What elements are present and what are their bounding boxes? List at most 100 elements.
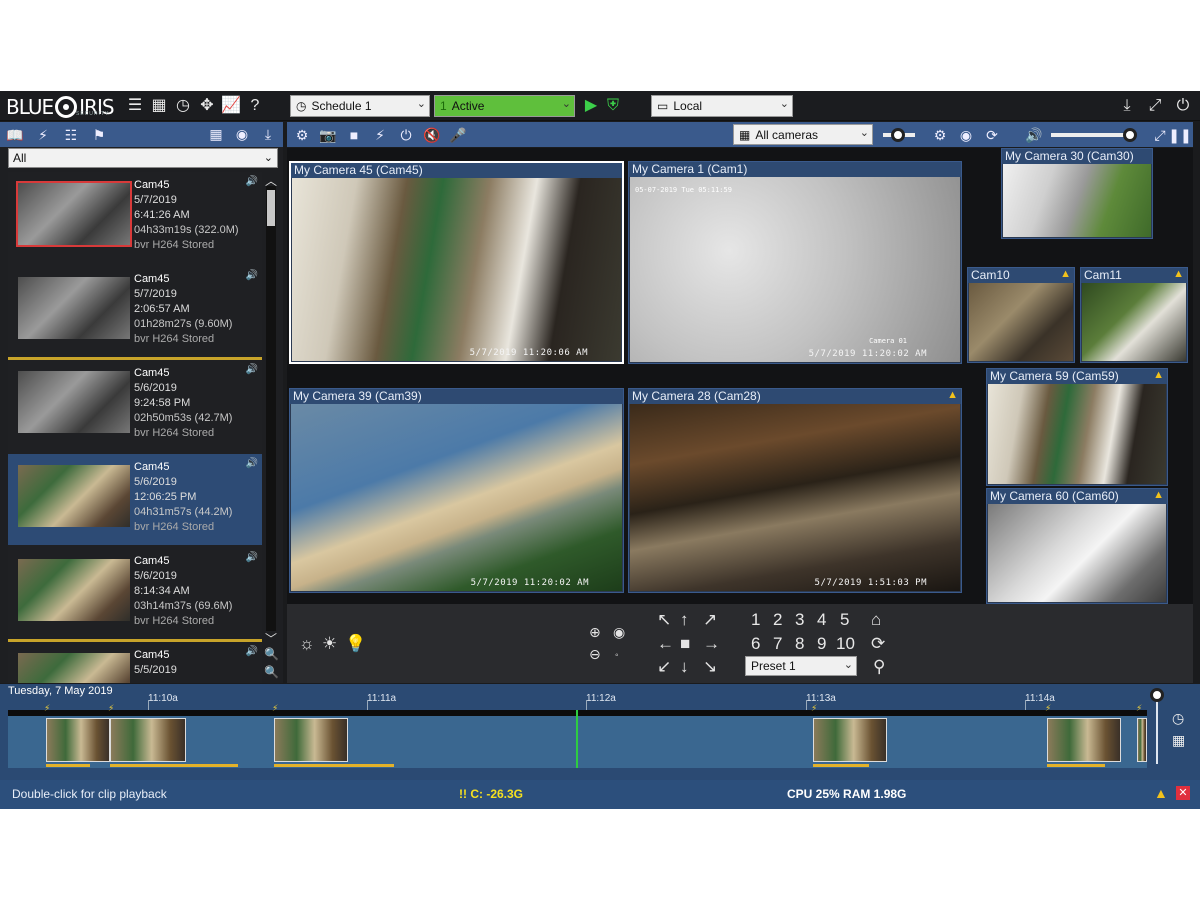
timeline-playhead[interactable] (576, 710, 578, 768)
timeline-clip[interactable] (1137, 718, 1147, 762)
alert-bolt-icon[interactable]: ⚡ (34, 125, 52, 145)
camera-tile-cam59[interactable]: My Camera 59 (Cam59) ▲ (986, 368, 1168, 486)
preset-2-button[interactable]: 2 (773, 610, 782, 630)
fullscreen-icon[interactable]: ⤢ (1146, 96, 1164, 116)
camera-group-select[interactable]: ▦ All cameras ⌄ (733, 124, 873, 145)
preset-10-button[interactable]: 10 (836, 634, 855, 654)
location-select[interactable]: ▭ Local ⌄ (651, 95, 793, 117)
play-icon[interactable]: ▶ (582, 96, 600, 116)
fullscreen-icon[interactable]: ⤢ (1151, 125, 1169, 145)
home-icon[interactable]: ⌂ (871, 610, 881, 630)
list-icon[interactable]: ☰ (126, 96, 144, 116)
focus-near-icon[interactable]: ◉ (613, 622, 625, 642)
move-icon[interactable]: ✥ (198, 96, 216, 116)
camera-tile-cam11[interactable]: Cam11 ▲ (1080, 267, 1188, 363)
clip-list-item[interactable]: Cam45 5/5/2019 🔊 (8, 642, 262, 683)
book-icon[interactable]: 📖 (6, 125, 24, 145)
calendar-icon[interactable]: ▦ (1172, 732, 1185, 749)
focus-far-icon[interactable]: ◦ (615, 646, 619, 666)
clip-list-scrollbar[interactable]: ︿ ﹀ 🔍 🔍 (264, 172, 279, 683)
calendar-icon[interactable]: ▦ (207, 124, 225, 144)
preset-5-button[interactable]: 5 (840, 610, 849, 630)
snapshot-icon[interactable]: 📷 (319, 125, 337, 145)
close-icon[interactable]: ✕ (1176, 786, 1190, 800)
brightness-down-icon[interactable]: ☼ (299, 634, 315, 654)
zoom-out-icon[interactable]: 🔍 (264, 665, 279, 679)
power-icon[interactable]: ⏻ (1174, 96, 1192, 116)
microphone-icon[interactable]: 🎤 (449, 125, 467, 145)
pan-left-icon[interactable]: ← (657, 634, 674, 654)
clock-icon[interactable]: ◷ (174, 96, 192, 116)
trigger-bolt-icon[interactable]: ⚡ (371, 125, 389, 145)
clip-list-item[interactable]: Cam45 5/6/2019 12:06:25 PM 04h31m57s (44.2M… (8, 454, 262, 548)
flag-icon[interactable]: ⚑ (90, 125, 108, 145)
camera-tile-cam28[interactable]: My Camera 28 (Cam28) ▲ 5/7/2019 1:51:03 … (628, 388, 962, 593)
power-icon[interactable]: ⏻ (397, 125, 415, 145)
clip-list-item[interactable]: Cam45 5/7/2019 2:06:57 AM 01h28m27s (9.60M)… (8, 266, 262, 360)
camera-tile-cam1[interactable]: My Camera 1 (Cam1) 05-07-2019 Tue 05:11:… (628, 161, 962, 364)
shield-icon[interactable]: ⛨ (604, 96, 622, 116)
clip-list-item[interactable]: Cam45 5/6/2019 9:24:58 PM 02h50m53s (42.7M)… (8, 360, 262, 454)
scroll-thumb[interactable] (267, 190, 275, 226)
preset-3-button[interactable]: 3 (795, 610, 804, 630)
preset-select[interactable]: Preset 1 ⌄ (745, 656, 857, 676)
profile-select[interactable]: 1 Active ⌄ (434, 95, 575, 117)
film-icon[interactable]: ▦ (150, 96, 168, 116)
zoom-in-icon[interactable]: 🔍 (264, 647, 279, 661)
timeline-clip[interactable] (110, 718, 186, 762)
scroll-down-icon[interactable]: ﹀ (264, 630, 278, 647)
stack-icon[interactable]: ☷ (62, 125, 80, 145)
warning-icon[interactable]: ▲ (1154, 785, 1168, 801)
preset-9-button[interactable]: 9 (817, 634, 826, 654)
volume-slider-knob[interactable] (1123, 128, 1137, 142)
camera-tile-cam60[interactable]: My Camera 60 (Cam60) ▲ (986, 488, 1168, 604)
volume-slider[interactable] (1051, 133, 1131, 137)
camera-tile-cam30[interactable]: My Camera 30 (Cam30) (1001, 148, 1153, 239)
preset-1-button[interactable]: 1 (751, 610, 760, 630)
pan-up-right-icon[interactable]: ↗ (703, 610, 717, 630)
chart-icon[interactable]: 📈 (221, 96, 241, 116)
timeline-zoom-slider[interactable] (1156, 692, 1158, 764)
pan-up-left-icon[interactable]: ↖ (657, 610, 671, 630)
location-pin-icon[interactable]: ⚲ (873, 657, 885, 677)
timeline-zoom-knob[interactable] (1150, 688, 1164, 702)
camera-tile-cam10[interactable]: Cam10 ▲ (967, 267, 1075, 363)
zoom-in-icon[interactable]: ⊕ (589, 622, 601, 642)
download-icon[interactable]: ⤓ (259, 124, 277, 144)
record-icon[interactable]: ■ (345, 125, 363, 145)
settings-icon[interactable]: ⚙ (931, 125, 949, 145)
camera-tile-cam45[interactable]: My Camera 45 (Cam45) 5/7/2019 11:20:06 A… (289, 161, 624, 364)
timeline-clip[interactable] (274, 718, 348, 762)
pause-icon[interactable]: ❚❚ (1168, 125, 1191, 145)
clock-icon[interactable]: ◷ (1172, 710, 1184, 727)
scroll-track[interactable] (266, 186, 276, 631)
schedule-select[interactable]: ◷ Schedule 1 ⌄ (290, 95, 430, 117)
help-icon[interactable]: ? (246, 96, 264, 116)
clip-filter-select[interactable]: All ⌄ (8, 148, 278, 168)
camera-select-icon[interactable]: ◉ (957, 125, 975, 145)
preset-8-button[interactable]: 8 (795, 634, 804, 654)
pan-down-right-icon[interactable]: ↘ (703, 657, 717, 677)
download-icon[interactable]: ⤓ (1118, 96, 1136, 116)
refresh-icon[interactable]: ⟳ (871, 634, 885, 654)
clip-list-item[interactable]: Cam45 5/6/2019 8:14:34 AM 03h14m37s (69.6M)… (8, 548, 262, 642)
mute-icon[interactable]: 🔇 (423, 125, 441, 145)
timeline[interactable]: Tuesday, 7 May 2019 11:10a 11:11a 11:12a… (0, 684, 1200, 780)
pan-down-icon[interactable]: ↓ (680, 657, 689, 677)
pan-up-icon[interactable]: ↑ (680, 610, 689, 630)
zoom-out-icon[interactable]: ⊖ (589, 644, 601, 664)
timeline-clip[interactable] (1047, 718, 1121, 762)
brightness-up-icon[interactable]: ☀ (322, 634, 337, 654)
clip-list-item[interactable]: Cam45 5/7/2019 6:41:26 AM 04h33m19s (322.0M… (8, 172, 262, 266)
timeline-clip[interactable] (46, 718, 110, 762)
timeline-clip[interactable] (813, 718, 887, 762)
camera-tile-cam39[interactable]: My Camera 39 (Cam39) 5/7/2019 11:20:02 A… (289, 388, 624, 593)
light-bulb-icon[interactable]: 💡 (345, 634, 366, 654)
pan-right-icon[interactable]: → (703, 634, 720, 654)
quality-slider-knob[interactable] (891, 128, 905, 142)
preset-7-button[interactable]: 7 (773, 634, 782, 654)
preset-4-button[interactable]: 4 (817, 610, 826, 630)
ptz-stop-icon[interactable]: ■ (680, 634, 690, 654)
camera-select-icon[interactable]: ◉ (233, 124, 251, 144)
volume-icon[interactable]: 🔊 (1025, 125, 1043, 145)
